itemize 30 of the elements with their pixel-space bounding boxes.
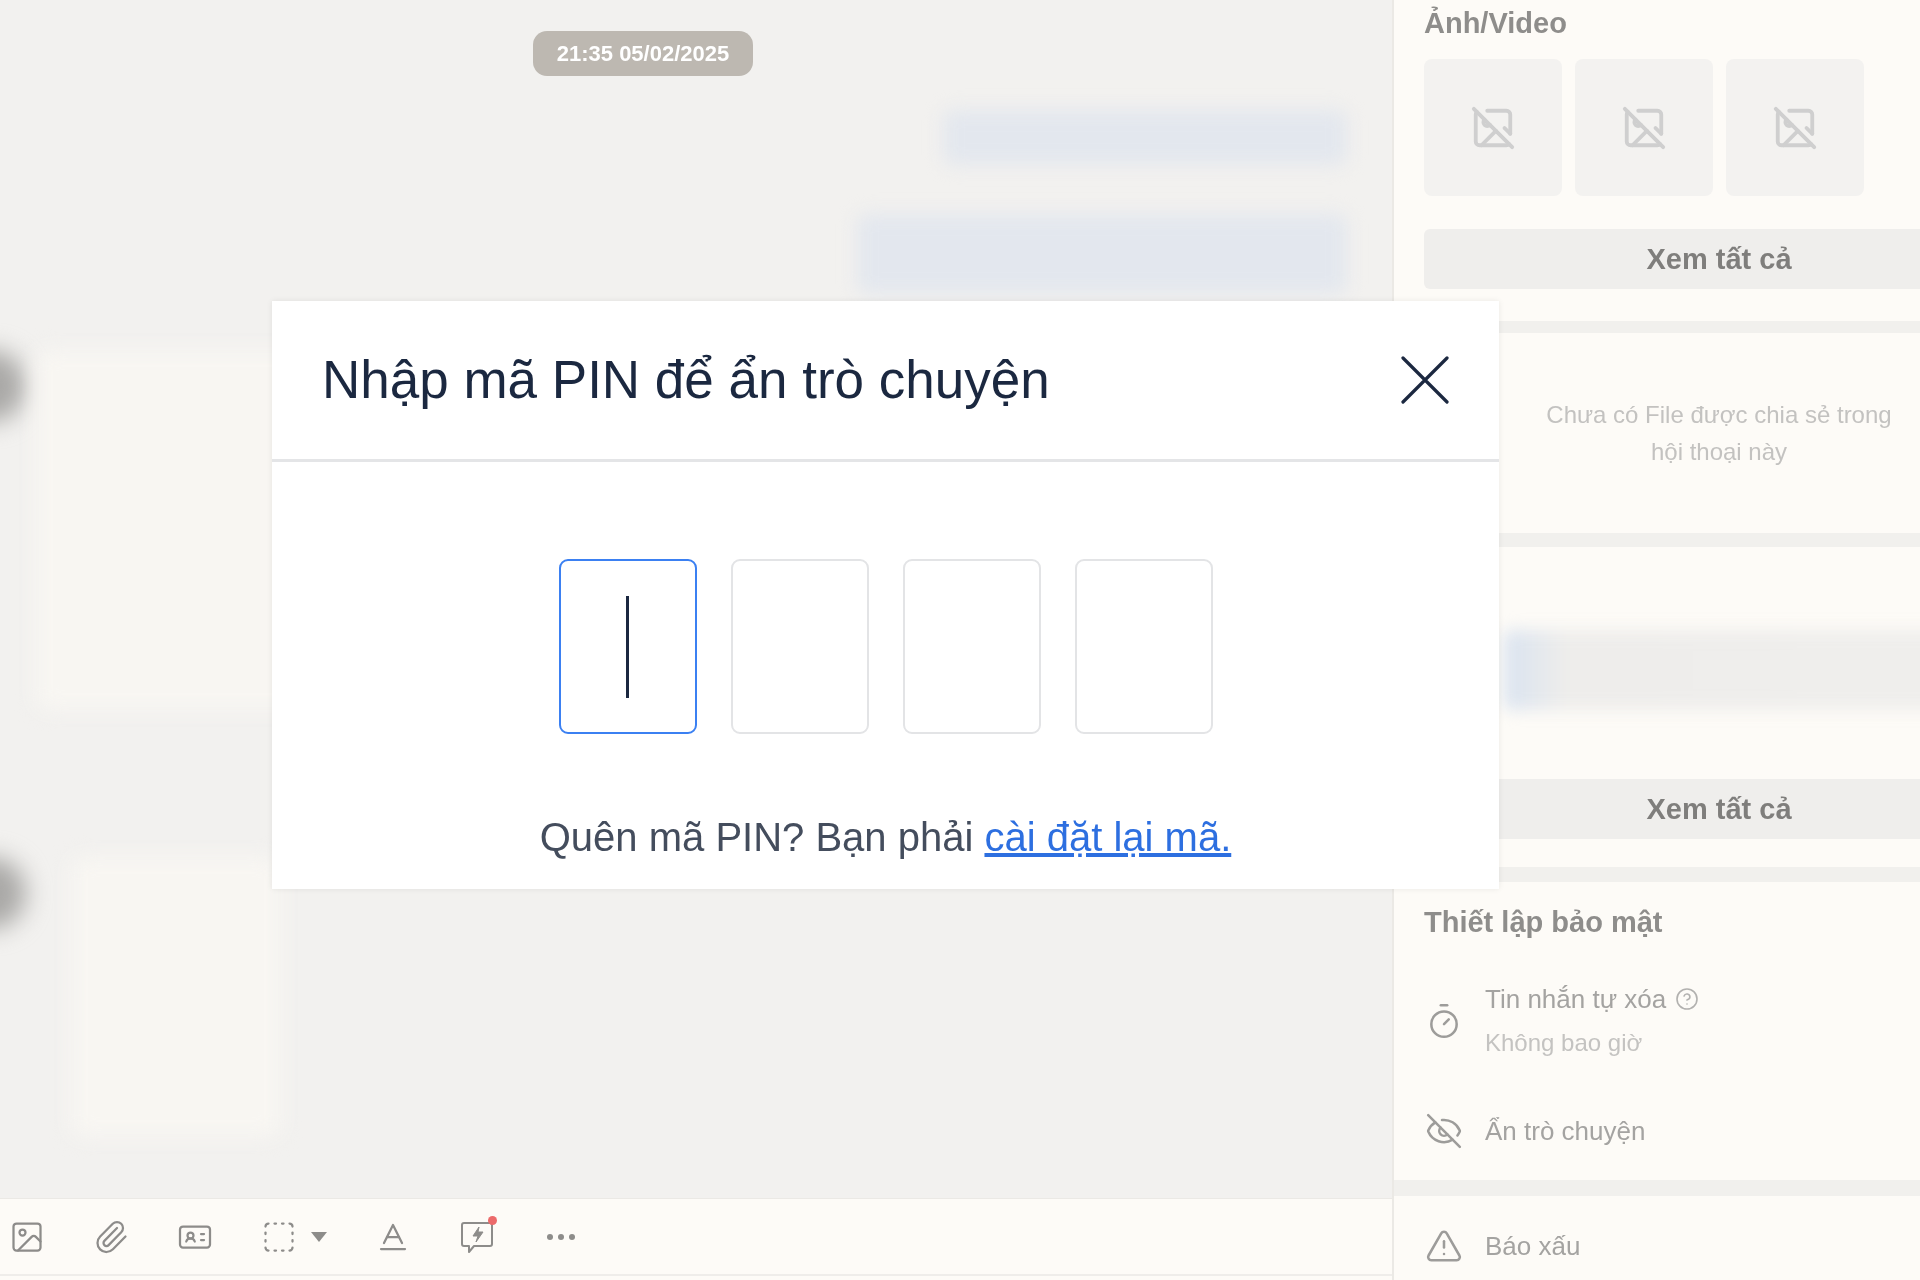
dropdown-button[interactable]: [311, 1231, 327, 1242]
reset-pin-link[interactable]: cài đặt lại mã.: [984, 815, 1232, 859]
eye-off-icon: [1425, 1112, 1463, 1150]
section-title: Ảnh/Video: [1424, 8, 1568, 38]
media-thumbnail[interactable]: [1575, 59, 1713, 196]
setting-label[interactable]: Ẩn trò chuyện: [1485, 1116, 1646, 1146]
report-label[interactable]: Báo xấu: [1485, 1231, 1581, 1261]
broken-image-icon: [1621, 104, 1667, 151]
close-icon: [1401, 356, 1449, 404]
broken-image-icon: [1470, 104, 1516, 151]
attach-button[interactable]: [93, 1218, 129, 1255]
help-icon[interactable]: [1675, 987, 1700, 1011]
broken-image-icon: [1772, 104, 1818, 151]
pin-input-field[interactable]: [558, 559, 697, 734]
empty-files-text: Chưa có File được chia sẻ trong hội thoại này: [1545, 400, 1893, 467]
caret-icon: [311, 1231, 327, 1242]
media-thumbnail[interactable]: [1726, 59, 1864, 196]
quick-message-button[interactable]: [459, 1218, 495, 1255]
setting-label[interactable]: Tin nhắn tự xóa: [1485, 984, 1667, 1014]
close-button[interactable]: [1401, 356, 1449, 404]
text-cursor-icon: [626, 595, 629, 698]
paperclip-icon: [93, 1218, 129, 1255]
media-thumbnail[interactable]: [1424, 59, 1562, 196]
setting-value: Không bao giờ: [1485, 1028, 1644, 1058]
more-icon: [547, 1233, 575, 1240]
view-all-button[interactable]: Xem tất cả: [1424, 229, 1920, 289]
dialog-title: Nhập mã PIN để ẩn trò chuyện: [322, 349, 1050, 411]
pin-hint-text: Quên mã PIN? Bạn phải cài đặt lại mã.: [539, 814, 1232, 860]
section-title: Thiết lập bảo mật: [1424, 907, 1664, 937]
timestamp-pill: 21:35 05/02/2025: [533, 31, 753, 76]
